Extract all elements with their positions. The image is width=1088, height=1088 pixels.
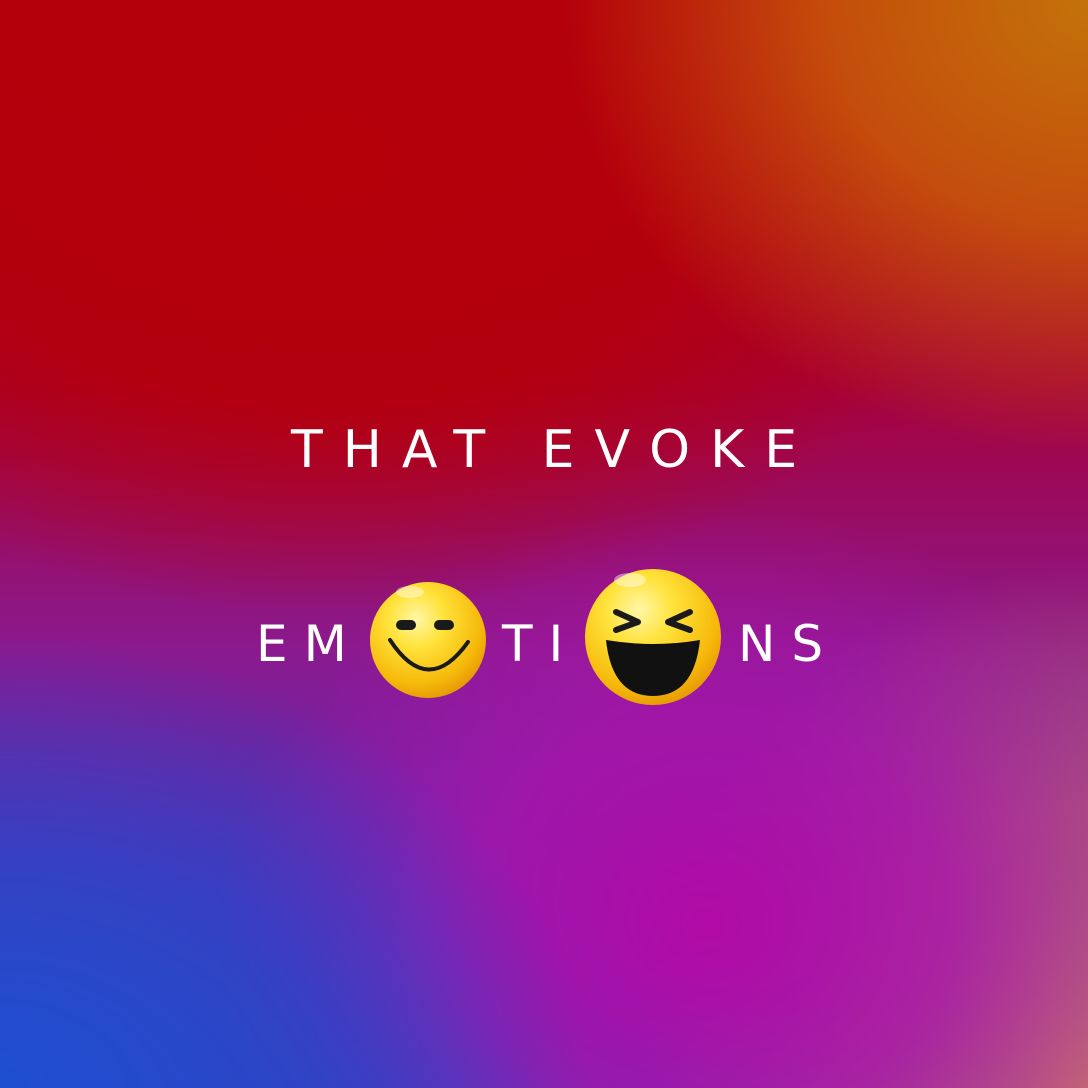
laughing-squinting-face-icon	[585, 569, 721, 705]
emotions-part-ti: TI	[502, 615, 580, 673]
smiling-face-icon	[370, 582, 486, 698]
emotions-part-ns: NS	[738, 615, 840, 673]
emotions-part-em: EM	[256, 615, 363, 673]
headline-label: THAT EVOKE	[290, 420, 818, 480]
gradient-background: THAT EVOKE EM TI NS	[0, 0, 1088, 1088]
headline-text: THAT EVOKE	[0, 418, 1088, 482]
